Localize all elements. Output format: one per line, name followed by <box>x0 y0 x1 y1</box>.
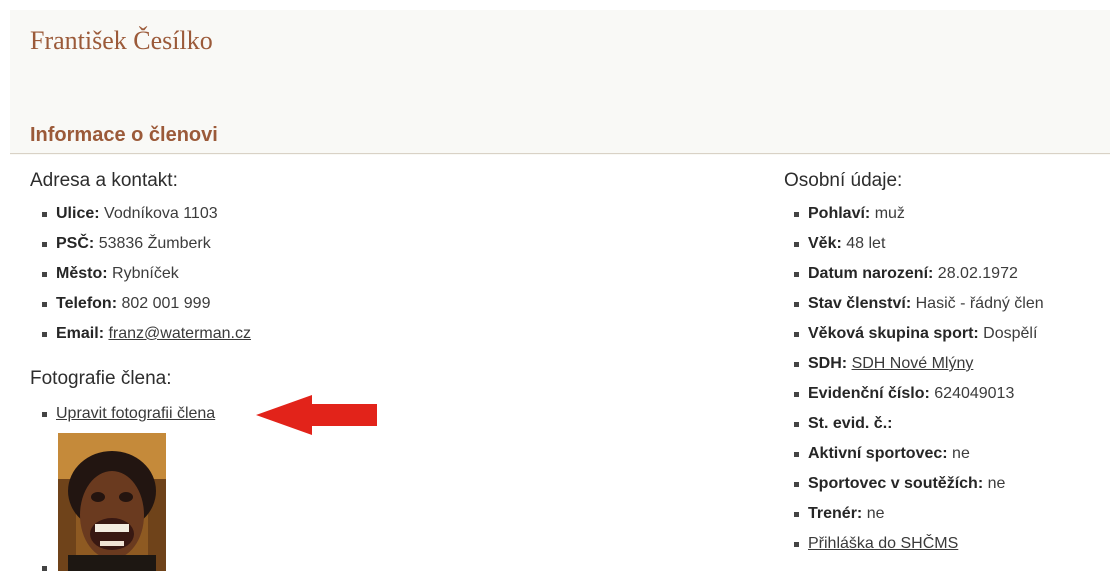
old-registration-number-item: St. evid. č.: <box>790 409 1044 439</box>
registration-number-label: Evidenční číslo: <box>808 385 930 402</box>
email-link[interactable]: franz@waterman.cz <box>108 325 251 342</box>
bullet-icon <box>42 302 47 307</box>
member-name-title: František Česílko <box>30 26 213 55</box>
bullet-icon <box>794 242 799 247</box>
member-photo <box>58 433 166 571</box>
member-photo-heading: Fotografie člena: <box>30 368 172 389</box>
age-label: Věk: <box>808 235 842 252</box>
bullet-icon <box>794 332 799 337</box>
city-value: Rybníček <box>112 265 179 282</box>
age-value: 48 let <box>846 235 886 252</box>
edit-photo-link[interactable]: Upravit fotografii člena <box>56 405 215 422</box>
sport-age-group-item: Věková skupina sport: Dospělí <box>790 319 1044 349</box>
membership-status-value: Hasič - řádný člen <box>915 295 1044 312</box>
birth-date-item: Datum narození: 28.02.1972 <box>790 259 1044 289</box>
birth-date-label: Datum narození: <box>808 265 934 282</box>
competition-athlete-value: ne <box>987 475 1006 492</box>
city-item: Město: Rybníček <box>38 259 251 289</box>
coach-label: Trenér: <box>808 505 863 522</box>
postal-code-label: PSČ: <box>56 235 95 252</box>
bullet-icon <box>794 512 799 517</box>
street-item: Ulice: Vodníkova 1103 <box>38 199 251 229</box>
edit-photo-item: Upravit fotografii člena <box>38 399 215 429</box>
bullet-icon <box>794 392 799 397</box>
active-athlete-value: ne <box>952 445 970 462</box>
street-value: Vodníkova 1103 <box>104 205 218 222</box>
city-label: Město: <box>56 265 108 282</box>
bullet-icon <box>794 302 799 307</box>
bullet-icon <box>42 242 47 247</box>
sdh-link[interactable]: SDH Nové Mlýny <box>852 355 974 372</box>
coach-item: Trenér: ne <box>790 499 1044 529</box>
bullet-icon <box>42 332 47 337</box>
bullet-icon <box>42 272 47 277</box>
bullet-icon <box>794 272 799 277</box>
membership-status-label: Stav členství: <box>808 295 912 312</box>
active-athlete-item: Aktivní sportovec: ne <box>790 439 1044 469</box>
competition-athlete-item: Sportovec v soutěžích: ne <box>790 469 1044 499</box>
email-item: Email: franz@waterman.cz <box>38 319 251 349</box>
bullet-icon <box>794 212 799 217</box>
phone-item: Telefon: 802 001 999 <box>38 289 251 319</box>
email-label: Email: <box>56 325 105 342</box>
postal-code-value: 53836 Žumberk <box>98 235 211 252</box>
bullet-icon <box>794 482 799 487</box>
gender-value: muž <box>874 205 905 222</box>
coach-value: ne <box>866 505 885 522</box>
sdh-label: SDH: <box>808 355 848 372</box>
age-item: Věk: 48 let <box>790 229 1044 259</box>
member-info-section-title: Informace o členovi <box>30 124 218 146</box>
registration-number-item: Evidenční číslo: 624049013 <box>790 379 1044 409</box>
member-detail-page: František Česílko Informace o členovi Ad… <box>0 0 1110 571</box>
personal-data-heading: Osobní údaje: <box>784 170 903 191</box>
section-divider <box>10 153 1110 154</box>
gender-item: Pohlaví: muž <box>790 199 1044 229</box>
bullet-icon <box>794 452 799 457</box>
sdh-item: SDH: SDH Nové Mlýny <box>790 349 1044 379</box>
personal-data-list: Pohlaví: muž Věk: 48 let Datum narození:… <box>790 199 1044 559</box>
competition-athlete-label: Sportovec v soutěžích: <box>808 475 984 492</box>
membership-status-item: Stav členství: Hasič - řádný člen <box>790 289 1044 319</box>
shcms-application-link[interactable]: Přihláška do SHČMS <box>808 535 958 552</box>
gender-label: Pohlaví: <box>808 205 871 222</box>
old-registration-number-label: St. evid. č.: <box>808 415 893 432</box>
member-photo-list: Upravit fotografii člena <box>38 399 215 429</box>
postal-code-item: PSČ: 53836 Žumberk <box>38 229 251 259</box>
red-arrow-icon <box>256 395 377 435</box>
phone-value: 802 001 999 <box>121 295 211 312</box>
sport-age-group-value: Dospělí <box>983 325 1038 342</box>
active-athlete-label: Aktivní sportovec: <box>808 445 948 462</box>
street-label: Ulice: <box>56 205 100 222</box>
registration-number-value: 624049013 <box>934 385 1015 402</box>
birth-date-value: 28.02.1972 <box>937 265 1018 282</box>
bullet-icon <box>42 212 47 217</box>
address-contact-list: Ulice: Vodníkova 1103 PSČ: 53836 Žumberk… <box>38 199 251 349</box>
bullet-icon <box>794 362 799 367</box>
bullet-icon <box>794 542 799 547</box>
bullet-icon <box>794 422 799 427</box>
bullet-icon <box>42 412 47 417</box>
sport-age-group-label: Věková skupina sport: <box>808 325 979 342</box>
address-contact-heading: Adresa a kontakt: <box>30 170 178 191</box>
empty-list-bullet <box>42 566 47 571</box>
phone-label: Telefon: <box>56 295 118 312</box>
application-item: Přihláška do SHČMS <box>790 529 1044 559</box>
